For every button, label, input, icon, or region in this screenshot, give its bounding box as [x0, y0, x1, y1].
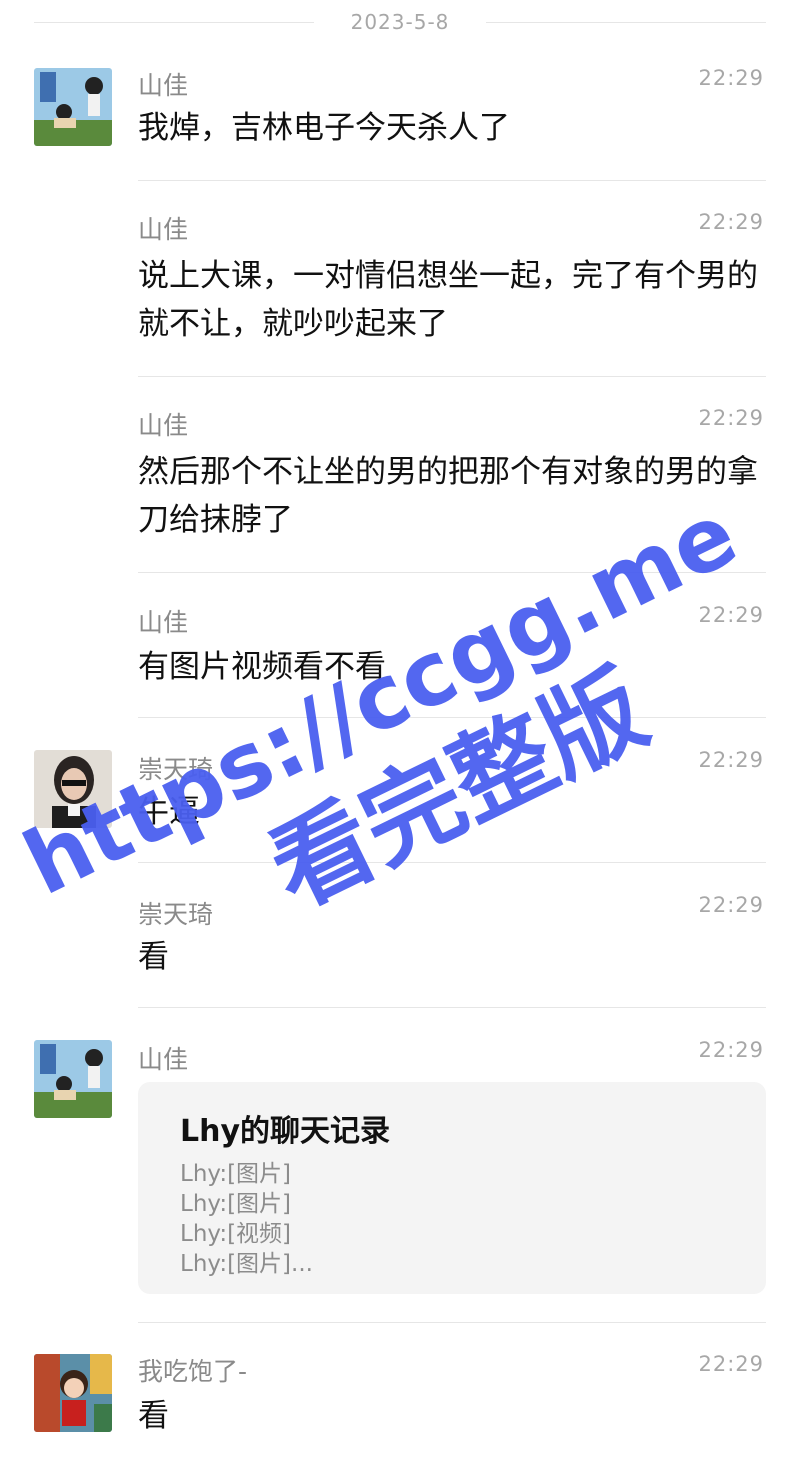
message-text: 说上大课，一对情侣想坐一起，完了有个男的就不让，就吵吵起来了 — [138, 258, 758, 342]
sender-name: 山佳 — [138, 215, 189, 244]
photo-avatar-icon[interactable] — [34, 750, 112, 828]
sender-name: 崇天琦 — [138, 755, 214, 784]
date-line-left — [34, 22, 314, 23]
cartoon-avatar-icon[interactable] — [34, 68, 112, 146]
chat-message[interactable]: 山佳 22:29 说上大课，一对情侣想坐一起，完了有个男的就不让，就吵吵起来了 — [0, 204, 800, 378]
message-time: 22:29 — [698, 1352, 764, 1376]
date-line-right — [486, 22, 766, 23]
chat-message[interactable]: 山佳 22:29 我焯，吉林电子今天杀人了 — [0, 58, 800, 182]
message-time: 22:29 — [698, 603, 764, 627]
chat-record-line: Lhy:[图片]... — [180, 1251, 313, 1277]
chat-message[interactable]: 崇天琦 22:29 看 — [0, 887, 800, 1009]
message-text: 牛逼 — [138, 794, 200, 830]
message-text: 我焯，吉林电子今天杀人了 — [138, 110, 510, 146]
date-label: 2023-5-8 — [350, 10, 450, 34]
sender-name: 崇天琦 — [138, 900, 214, 929]
message-text: 看 — [138, 1398, 169, 1434]
cartoon-avatar-icon[interactable] — [34, 1040, 112, 1118]
chat-record-line: Lhy:[图片] — [180, 1161, 292, 1187]
chat-message[interactable]: 山佳 22:29 有图片视频看不看 — [0, 597, 800, 719]
message-time: 22:29 — [698, 210, 764, 234]
message-divider — [138, 376, 766, 377]
message-divider — [138, 1007, 766, 1008]
message-divider — [138, 1322, 766, 1323]
chat-record-line: Lhy:[视频] — [180, 1221, 292, 1247]
date-separator: 2023-5-8 — [0, 0, 800, 46]
message-divider — [138, 862, 766, 863]
sender-name: 山佳 — [138, 1045, 189, 1074]
chat-message[interactable]: 山佳 22:29 Lhy的聊天记录 Lhy:[图片] Lhy:[图片] Lhy:… — [0, 1032, 800, 1324]
sender-name: 山佳 — [138, 608, 189, 637]
cartoon-girl-avatar-icon[interactable] — [34, 1354, 112, 1432]
message-divider — [138, 180, 766, 181]
message-time: 22:29 — [698, 1038, 764, 1062]
message-divider — [138, 717, 766, 718]
sender-name: 山佳 — [138, 411, 189, 440]
message-text: 然后那个不让坐的男的把那个有对象的男的拿刀给抹脖了 — [138, 454, 758, 538]
message-time: 22:29 — [698, 748, 764, 772]
message-time: 22:29 — [698, 893, 764, 917]
sender-name: 我吃饱了- — [138, 1357, 248, 1386]
chat-record-card[interactable]: Lhy的聊天记录 Lhy:[图片] Lhy:[图片] Lhy:[视频] Lhy:… — [138, 1082, 766, 1294]
chat-message[interactable]: 我吃饱了- 22:29 看 — [0, 1346, 800, 1456]
chat-record-title: Lhy的聊天记录 — [180, 1114, 391, 1149]
message-text: 看 — [138, 939, 169, 975]
message-time: 22:29 — [698, 406, 764, 430]
message-time: 22:29 — [698, 66, 764, 90]
message-text: 有图片视频看不看 — [138, 649, 386, 685]
chat-message[interactable]: 崇天琦 22:29 牛逼 — [0, 742, 800, 864]
sender-name: 山佳 — [138, 71, 189, 100]
chat-message[interactable]: 山佳 22:29 然后那个不让坐的男的把那个有对象的男的拿刀给抹脖了 — [0, 400, 800, 574]
chat-record-line: Lhy:[图片] — [180, 1191, 292, 1217]
message-divider — [138, 572, 766, 573]
